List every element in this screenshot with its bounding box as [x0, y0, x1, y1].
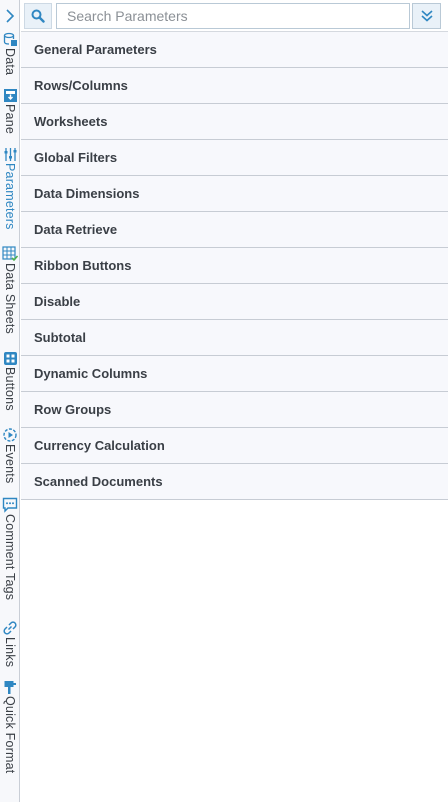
section-label: General Parameters [34, 42, 157, 57]
section-scanned-documents[interactable]: Scanned Documents [21, 464, 448, 500]
search-button[interactable] [24, 3, 52, 29]
side-tab-label: Comment Tags [3, 514, 17, 601]
section-row-groups[interactable]: Row Groups [21, 392, 448, 428]
data-sheets-icon [2, 246, 18, 262]
search-bar [21, 0, 448, 32]
pane-icon [2, 87, 18, 103]
side-tab-comment-tags[interactable]: Comment Tags [0, 497, 20, 615]
section-general-parameters[interactable]: General Parameters [21, 32, 448, 68]
comment-tags-icon [2, 497, 18, 513]
side-tab-buttons[interactable]: Buttons [0, 350, 20, 420]
side-tab-label: Quick Format [3, 696, 17, 774]
side-tab-label: Buttons [3, 367, 17, 411]
side-tab-label: Data Sheets [3, 263, 17, 334]
section-label: Data Dimensions [34, 186, 140, 201]
section-data-retrieve[interactable]: Data Retrieve [21, 212, 448, 248]
side-tab-links[interactable]: Links [0, 620, 20, 674]
side-tab-events[interactable]: Events [0, 427, 20, 491]
parameter-section-list: General Parameters Rows/Columns Workshee… [21, 32, 448, 500]
links-icon [2, 620, 18, 636]
search-parameters-input[interactable] [56, 3, 410, 29]
section-label: Data Retrieve [34, 222, 118, 237]
section-label: Disable [34, 294, 81, 309]
section-disable[interactable]: Disable [21, 284, 448, 320]
section-label: Currency Calculation [34, 438, 165, 453]
section-label: Rows/Columns [34, 78, 128, 93]
expand-all-button[interactable] [412, 3, 441, 29]
search-icon [31, 9, 45, 23]
side-tab-label: Data [3, 48, 17, 76]
side-tab-label: Pane [3, 104, 17, 134]
section-global-filters[interactable]: Global Filters [21, 140, 448, 176]
quick-format-icon [2, 679, 18, 695]
events-icon [2, 427, 18, 443]
side-tab-data[interactable]: Data [0, 31, 20, 80]
side-tab-quick-format[interactable]: Quick Format [0, 679, 20, 789]
chevron-right-icon [6, 9, 15, 23]
side-tab-label: Links [3, 637, 17, 668]
section-rows-columns[interactable]: Rows/Columns [21, 68, 448, 104]
parameters-icon [2, 146, 18, 162]
section-label: Subtotal [34, 330, 86, 345]
section-label: Ribbon Buttons [34, 258, 132, 273]
section-label: Worksheets [34, 114, 108, 129]
side-tab-data-sheets[interactable]: Data Sheets [0, 246, 20, 344]
section-worksheets[interactable]: Worksheets [21, 104, 448, 140]
collapse-panel-button[interactable] [0, 6, 20, 26]
parameters-panel: Data Pane Parameters Data Sheets Buttons… [0, 0, 448, 802]
section-data-dimensions[interactable]: Data Dimensions [21, 176, 448, 212]
double-chevron-down-icon [420, 10, 433, 22]
side-tab-strip: Data Pane Parameters Data Sheets Buttons… [0, 0, 20, 802]
section-ribbon-buttons[interactable]: Ribbon Buttons [21, 248, 448, 284]
data-icon [2, 31, 18, 47]
section-label: Dynamic Columns [34, 366, 148, 381]
section-subtotal[interactable]: Subtotal [21, 320, 448, 356]
side-tab-label: Parameters [3, 163, 17, 230]
section-label: Row Groups [34, 402, 112, 417]
side-tab-label: Events [3, 444, 17, 484]
section-dynamic-columns[interactable]: Dynamic Columns [21, 356, 448, 392]
side-tab-pane[interactable]: Pane [0, 87, 20, 137]
section-label: Scanned Documents [34, 474, 163, 489]
section-currency-calculation[interactable]: Currency Calculation [21, 428, 448, 464]
buttons-icon [2, 350, 18, 366]
section-label: Global Filters [34, 150, 118, 165]
side-tab-parameters[interactable]: Parameters [0, 146, 20, 238]
